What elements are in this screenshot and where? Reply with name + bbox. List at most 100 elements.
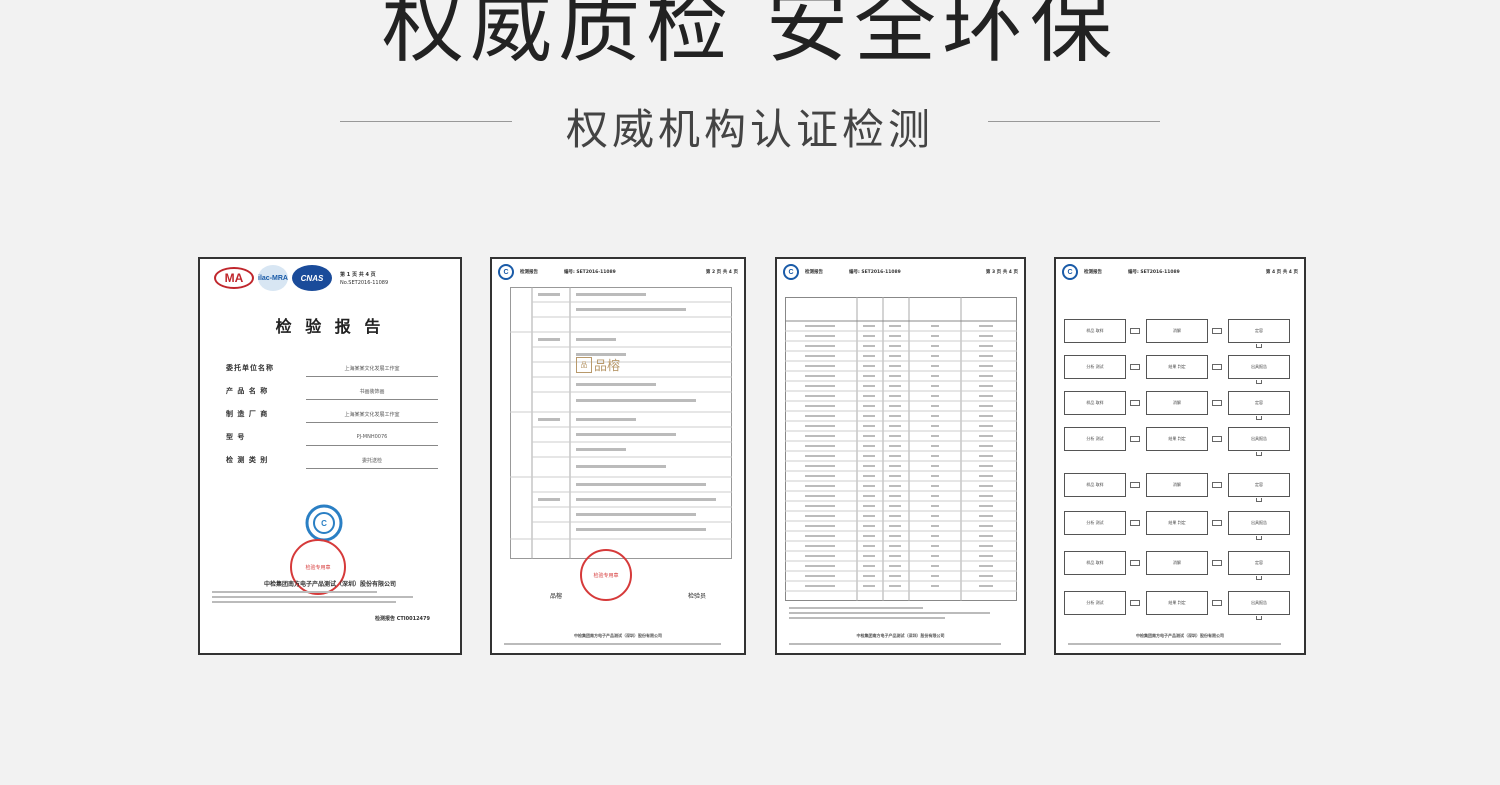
cc-logo-icon: C <box>1062 264 1078 280</box>
field-label: 型 号 <box>226 433 246 441</box>
field-value: 上海某某文化发展工作室 <box>344 412 400 418</box>
testing-org-name: 中检集团南方电子产品测试（深圳）股份有限公司 <box>856 633 945 638</box>
arrow-right-icon <box>1212 560 1222 566</box>
testing-org-name: 中检集团南方电子产品测试（深圳）股份有限公司 <box>1136 633 1224 638</box>
brand-name: 品榕 <box>594 359 621 374</box>
flow-step-box: 分析 测试 <box>1064 591 1126 615</box>
flow-step-box: 定容 <box>1228 319 1290 343</box>
doc-header-page: 第 3 页 共 4 页 <box>985 270 1018 275</box>
flow-step-box: 分析 测试 <box>1064 511 1126 535</box>
arrow-right-icon <box>1130 436 1140 442</box>
ma-logo-icon: MA <box>214 267 254 289</box>
arrow-right-icon <box>1212 328 1222 334</box>
field-label: 产 品 名 称 <box>226 387 269 395</box>
flow-step-box: 出具报告 <box>1228 355 1290 379</box>
notes-lines <box>789 607 1012 622</box>
cc-certification-icon: C <box>305 504 343 542</box>
flow-step-box: 出具报告 <box>1228 427 1290 451</box>
page-title: 权威质检 安全环保 <box>381 0 1119 74</box>
report-flow-page: C 检测报告 编号: SET2016-11089 第 4 页 共 4 页 样品 … <box>1054 257 1306 655</box>
arrow-down-icon <box>1256 576 1262 580</box>
svg-text:C: C <box>321 519 327 528</box>
contact-info-lines <box>1068 643 1292 648</box>
brand-logo-icon: 品 <box>576 356 592 373</box>
brand-watermark: 品 品榕 <box>576 355 620 374</box>
field-value: 上海某某文化发展工作室 <box>344 366 400 372</box>
signature: 检验员 <box>688 593 707 600</box>
subtitle-row: 权威机构认证检测 <box>0 96 1500 154</box>
accreditation-logos: MA ilac-MRA CNAS 第 1 页 共 4 页 No.SET2016-… <box>214 265 388 291</box>
flow-step-box: 分析 测试 <box>1064 355 1126 379</box>
arrow-down-icon <box>1256 344 1262 348</box>
cc-logo-icon: C <box>498 264 514 280</box>
cnas-logo-icon: CNAS <box>292 265 332 291</box>
doc-header-page: 第 4 页 共 4 页 <box>1265 270 1298 275</box>
arrow-right-icon <box>1130 400 1140 406</box>
arrow-right-icon <box>1212 600 1222 606</box>
doc-header-number: 编号: SET2016-11089 <box>564 270 616 275</box>
flow-step-box: 消解 <box>1146 551 1208 575</box>
flow-step-box: 样品 取样 <box>1064 473 1126 497</box>
arrow-right-icon <box>1212 482 1222 488</box>
arrow-right-icon <box>1130 482 1140 488</box>
arrow-right-icon <box>1212 436 1222 442</box>
report-title: 检 验 报 告 <box>275 317 385 336</box>
flow-step-box: 分析 测试 <box>1064 427 1126 451</box>
page-number: 第 1 页 共 4 页 <box>340 271 376 278</box>
field-value: 委托送检 <box>361 458 382 464</box>
flow-step-box: 消解 <box>1146 319 1208 343</box>
doc-header-page: 第 2 页 共 4 页 <box>705 270 738 275</box>
doc-header: C 检测报告 编号: SET2016-11089 第 2 页 共 4 页 <box>498 263 738 281</box>
arrow-right-icon <box>1130 600 1140 606</box>
doc-header: C 检测报告 编号: SET2016-11089 第 3 页 共 4 页 <box>783 263 1018 281</box>
field-row: 型 号 PJ-MNH0076 <box>226 432 438 446</box>
contact-info-lines <box>212 591 448 606</box>
flow-step-box: 出具报告 <box>1228 511 1290 535</box>
field-row: 委托单位名称 上海某某文化发展工作室 <box>226 363 438 377</box>
cc-logo-icon: C <box>783 264 799 280</box>
flow-step-box: 样品 取样 <box>1064 551 1126 575</box>
testing-org-name: 中检集团南方电子产品测试（深圳）股份有限公司 <box>574 633 662 638</box>
field-row: 产 品 名 称 书画装饰画 <box>226 386 438 400</box>
inspection-seal-icon: 检验专用章 <box>580 549 632 601</box>
doc-header-number: 编号: SET2016-11089 <box>1128 270 1180 275</box>
flow-step-box: 定容 <box>1228 551 1290 575</box>
page-subtitle: 权威机构认证检测 <box>565 105 934 154</box>
doc-header-label: 检测报告 <box>805 270 823 275</box>
doc-header-label: 检测报告 <box>1084 270 1102 275</box>
arrow-right-icon <box>1212 400 1222 406</box>
subtitle-divider-right <box>988 121 1160 122</box>
ilac-logo-icon: ilac-MRA <box>258 265 288 291</box>
report-details-page: C 检测报告 编号: SET2016-11089 第 2 页 共 4 页 品 品… <box>490 257 746 655</box>
doc-header-number: 编号: SET2016-11089 <box>849 270 901 275</box>
flow-step-box: 样品 取样 <box>1064 319 1126 343</box>
field-label: 委托单位名称 <box>226 364 274 372</box>
contact-info-lines <box>789 643 1012 648</box>
results-table <box>785 297 1017 601</box>
arrow-right-icon <box>1212 364 1222 370</box>
flow-step-box: 结果 判定 <box>1146 427 1208 451</box>
doc-header-label: 检测报告 <box>520 270 538 275</box>
arrow-down-icon <box>1256 536 1262 540</box>
field-label: 检 测 类 别 <box>226 456 269 464</box>
report-number: No.SET2016-11089 <box>340 279 389 286</box>
field-value: 书画装饰画 <box>359 389 385 395</box>
flow-step-box: 定容 <box>1228 473 1290 497</box>
field-row: 检 测 类 别 委托送检 <box>226 455 438 469</box>
flow-step-box: 结果 判定 <box>1146 591 1208 615</box>
report-results-page: C 检测报告 编号: SET2016-11089 第 3 页 共 4 页 中检集… <box>775 257 1026 655</box>
arrow-right-icon <box>1130 328 1140 334</box>
flow-step-box: 出具报告 <box>1228 591 1290 615</box>
arrow-down-icon <box>1256 498 1262 502</box>
flow-step-box: 结果 判定 <box>1146 511 1208 535</box>
arrow-down-icon <box>1256 416 1262 420</box>
testing-org-name: 中检集团南方电子产品测试（深圳）股份有限公司 <box>263 581 396 588</box>
flow-step-box: 结果 判定 <box>1146 355 1208 379</box>
flow-step-box: 消解 <box>1146 391 1208 415</box>
field-row: 制 造 厂 商 上海某某文化发展工作室 <box>226 409 438 423</box>
report-code: 检测报告 CTI0012479 <box>374 616 430 622</box>
doc-header: C 检测报告 编号: SET2016-11089 第 4 页 共 4 页 <box>1062 263 1298 281</box>
details-table <box>510 287 732 559</box>
arrow-down-icon <box>1256 616 1262 620</box>
arrow-right-icon <box>1130 520 1140 526</box>
